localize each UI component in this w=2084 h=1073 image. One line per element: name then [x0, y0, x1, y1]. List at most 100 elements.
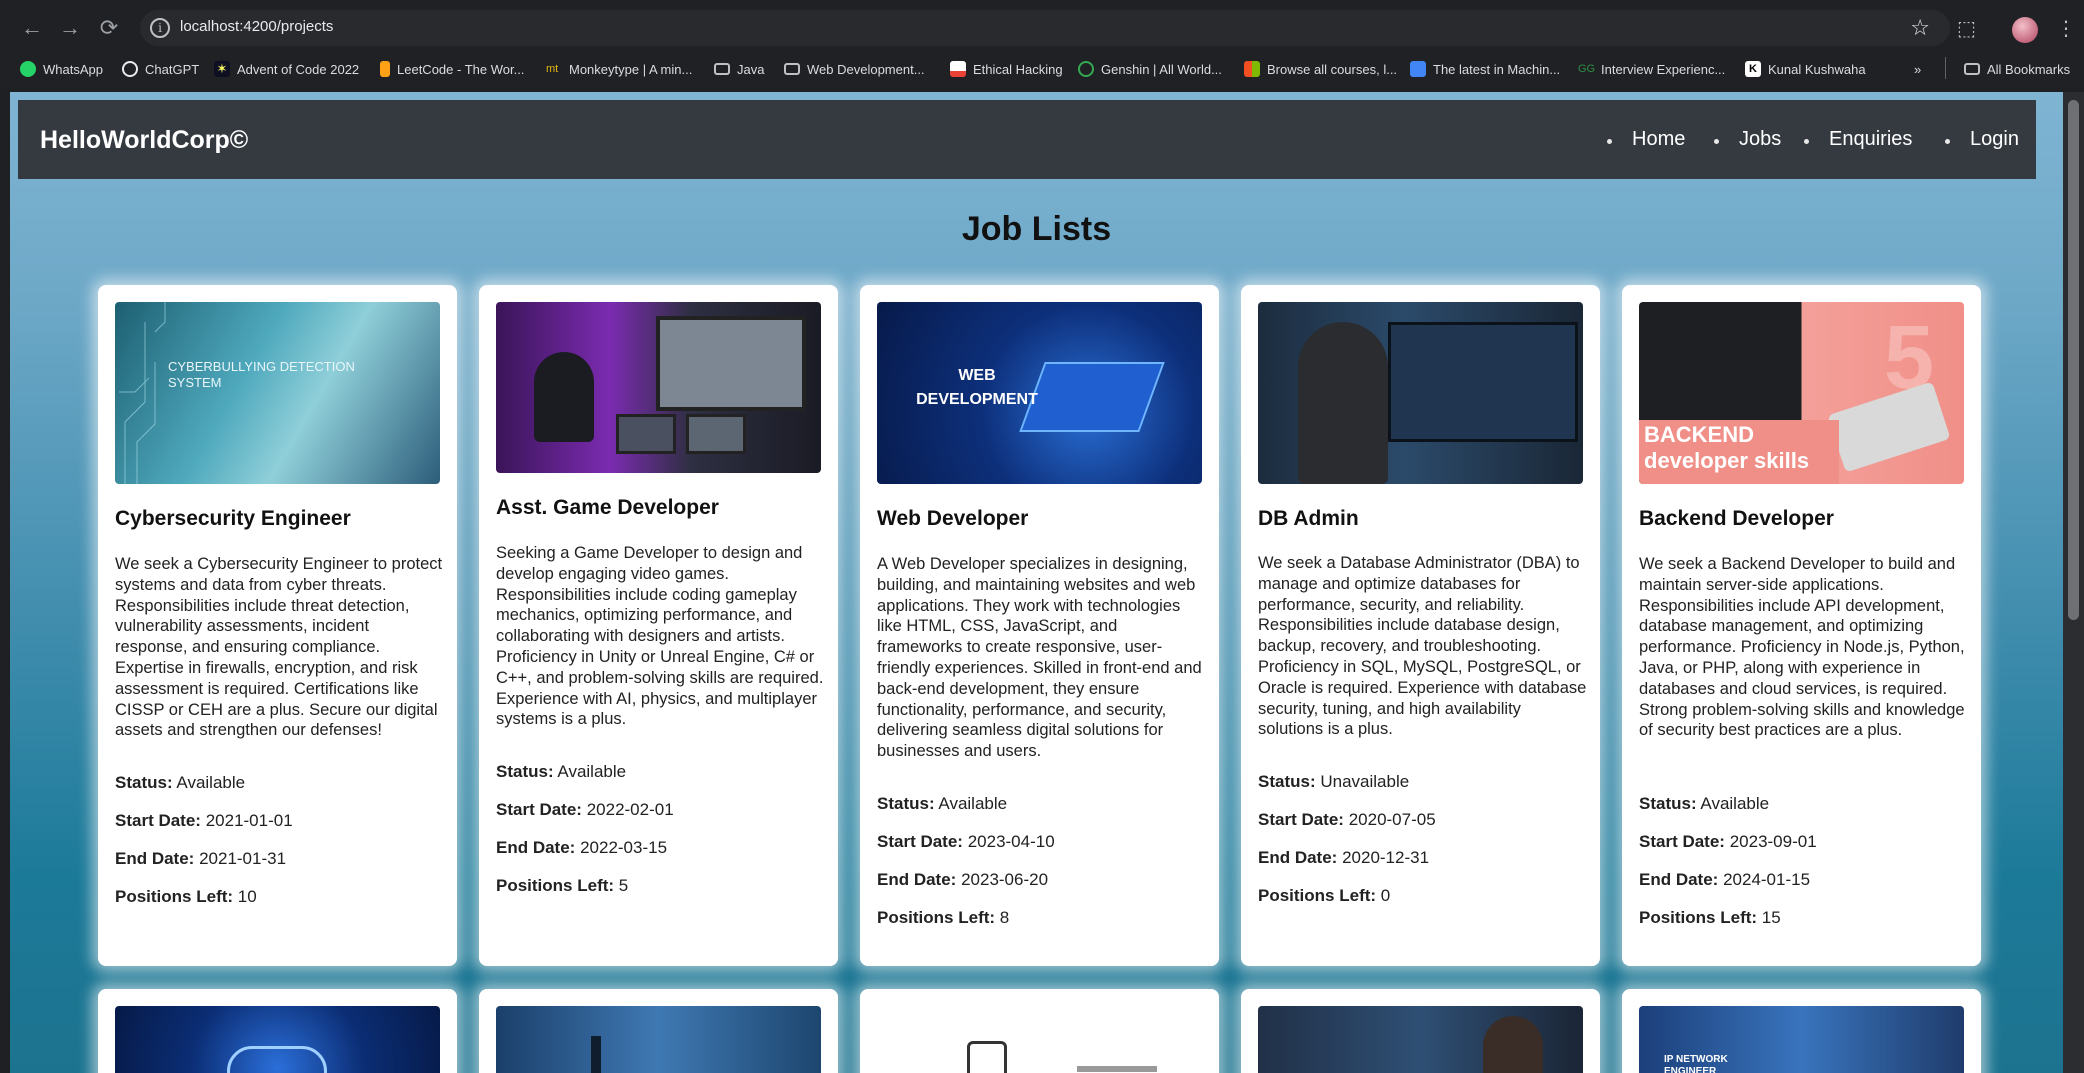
job-card: IP NETWORK ENGINEER [1622, 989, 1981, 1073]
bookmark-advent-of-code[interactable]: ✶ Advent of Code 2022 [214, 59, 359, 79]
positions-value: 8 [999, 908, 1010, 927]
bookmark-label: Genshin | All World... [1101, 61, 1222, 77]
bookmark-label: Monkeytype | A min... [569, 61, 693, 77]
url-text[interactable]: localhost:4200/projects [180, 18, 333, 35]
job-positions-left: Positions Left: 5 [496, 876, 628, 896]
job-title: DB Admin [1258, 507, 1359, 530]
bookmark-label: Browse all courses, l... [1267, 61, 1398, 77]
start-date-label: Start Date: [1639, 832, 1725, 851]
job-positions-left: Positions Left: 8 [877, 908, 1009, 928]
nav-bullet [1607, 139, 1612, 144]
job-positions-left: Positions Left: 15 [1639, 908, 1781, 928]
status-label: Status: [496, 762, 554, 781]
bookmark-genshin[interactable]: Genshin | All World... [1078, 59, 1222, 79]
monkeytype-icon: mt [546, 63, 559, 75]
scrollbar-thumb[interactable] [2068, 100, 2079, 620]
positions-label: Positions Left: [877, 908, 996, 927]
bookmark-folder-web-development[interactable]: Web Development... [784, 59, 925, 79]
positions-value: 10 [237, 887, 257, 906]
bookmark-label: Ethical Hacking [973, 61, 1063, 77]
brand-logo[interactable]: HelloWorldCorp© [40, 126, 248, 155]
bookmark-label: ChatGPT [145, 61, 200, 77]
positions-label: Positions Left: [1258, 886, 1377, 905]
positions-label: Positions Left: [496, 876, 615, 895]
status-value: Available [557, 762, 627, 781]
positions-label: Positions Left: [115, 887, 234, 906]
end-date-value: 2022-03-15 [580, 838, 668, 857]
address-bar[interactable]: i localhost:4200/projects ☆ [140, 10, 1950, 46]
end-date-label: End Date: [877, 870, 957, 889]
start-date-value: 2023-09-01 [1729, 832, 1817, 851]
end-date-value: 2024-01-15 [1723, 870, 1811, 889]
bookmarks-divider [1945, 57, 1946, 79]
nav-link-login[interactable]: Login [1970, 128, 2019, 151]
job-image-cybersecurity: CYBERBULLYING DETECTION SYSTEM [115, 302, 440, 484]
bookmark-ethical-hacking[interactable]: Ethical Hacking [950, 59, 1063, 79]
start-date-value: 2020-07-05 [1348, 810, 1436, 829]
genshin-icon [1078, 61, 1094, 77]
job-title: Asst. Game Developer [496, 496, 719, 519]
nav-link-jobs[interactable]: Jobs [1739, 128, 1781, 151]
bookmark-label: LeetCode - The Wor... [397, 61, 525, 77]
bookmark-label: Java [737, 61, 765, 77]
nav-link-enquiries[interactable]: Enquiries [1829, 128, 1912, 151]
circuit-lines-graphic [119, 302, 166, 484]
bookmark-monkeytype[interactable]: mt Monkeytype | A min... [546, 59, 692, 79]
positions-label: Positions Left: [1639, 908, 1758, 927]
bookmark-leetcode[interactable]: LeetCode - The Wor... [380, 59, 524, 79]
bookmark-star-icon[interactable]: ☆ [1910, 15, 1930, 41]
phone-icon [967, 1041, 1007, 1073]
menu-dots-icon[interactable]: ⋮ [2056, 16, 2076, 41]
bookmarks-bar: WhatsApp ChatGPT ✶ Advent of Code 2022 Le… [0, 54, 2084, 82]
bookmark-machine-learning[interactable]: The latest in Machin... [1410, 59, 1560, 79]
bookmarks-overflow-button[interactable]: » [1914, 59, 1921, 79]
bookmark-interview-experience[interactable]: GG Interview Experienc... [1578, 59, 1725, 79]
job-start-date: Start Date: 2022-02-01 [496, 800, 674, 820]
job-image-db-admin [1258, 302, 1583, 484]
end-date-value: 2023-06-20 [961, 870, 1049, 889]
site-info-icon[interactable]: i [150, 18, 170, 38]
start-date-value: 2023-04-10 [967, 832, 1055, 851]
end-date-label: End Date: [115, 849, 195, 868]
bookmark-whatsapp[interactable]: WhatsApp [20, 59, 103, 79]
job-status: Status: Available [496, 762, 626, 782]
bookmark-folder-java[interactable]: Java [714, 59, 764, 79]
job-image-caption: CYBERBULLYING DETECTION SYSTEM [168, 359, 355, 390]
bookmark-courses[interactable]: Browse all courses, l... [1244, 59, 1397, 79]
job-start-date: Start Date: 2023-09-01 [1639, 832, 1817, 852]
job-image-ip-network: IP NETWORK ENGINEER [1639, 1006, 1964, 1073]
back-arrow-icon[interactable]: ← [20, 16, 44, 40]
job-end-date: End Date: 2023-06-20 [877, 870, 1048, 890]
nav-bullet [1714, 139, 1719, 144]
all-bookmarks-button[interactable]: All Bookmarks [1964, 59, 2070, 79]
document-icon [1410, 61, 1426, 77]
job-card: 5 BACKEND developer skills Backend Devel… [1622, 285, 1981, 966]
job-image-game-developer [496, 302, 821, 473]
bookmark-chatgpt[interactable]: ChatGPT [122, 59, 199, 79]
nav-link-home[interactable]: Home [1632, 128, 1685, 151]
job-start-date: Start Date: 2020-07-05 [1258, 810, 1436, 830]
reload-icon[interactable]: ⟳ [97, 16, 121, 40]
start-date-label: Start Date: [115, 811, 201, 830]
job-end-date: End Date: 2021-01-31 [115, 849, 286, 869]
job-description: We seek a Database Administrator (DBA) t… [1258, 554, 1587, 739]
extensions-icon[interactable]: ⬚ [1957, 16, 1976, 41]
job-end-date: End Date: 2022-03-15 [496, 838, 667, 858]
status-label: Status: [115, 773, 173, 792]
job-image-caption: IP NETWORK ENGINEER [1664, 1054, 1728, 1073]
bookmark-label: Kunal Kushwaha [1768, 61, 1866, 77]
bookmark-kunal-kushwaha[interactable]: K Kunal Kushwaha [1745, 59, 1866, 79]
page-scrollbar[interactable] [2063, 92, 2084, 1073]
forward-arrow-icon[interactable]: → [58, 16, 82, 40]
nav-bullet [1804, 139, 1809, 144]
job-start-date: Start Date: 2021-01-01 [115, 811, 293, 831]
end-date-label: End Date: [1258, 848, 1338, 867]
cloud-icon [227, 1046, 327, 1073]
bookmark-label: The latest in Machin... [1433, 61, 1561, 77]
star-icon: ✶ [214, 61, 230, 77]
job-status: Status: Available [1639, 794, 1769, 814]
bookmark-label: Advent of Code 2022 [237, 61, 360, 77]
profile-avatar[interactable] [2012, 17, 2038, 43]
page-title: Job Lists [961, 210, 1112, 248]
job-status: Status: Available [877, 794, 1007, 814]
